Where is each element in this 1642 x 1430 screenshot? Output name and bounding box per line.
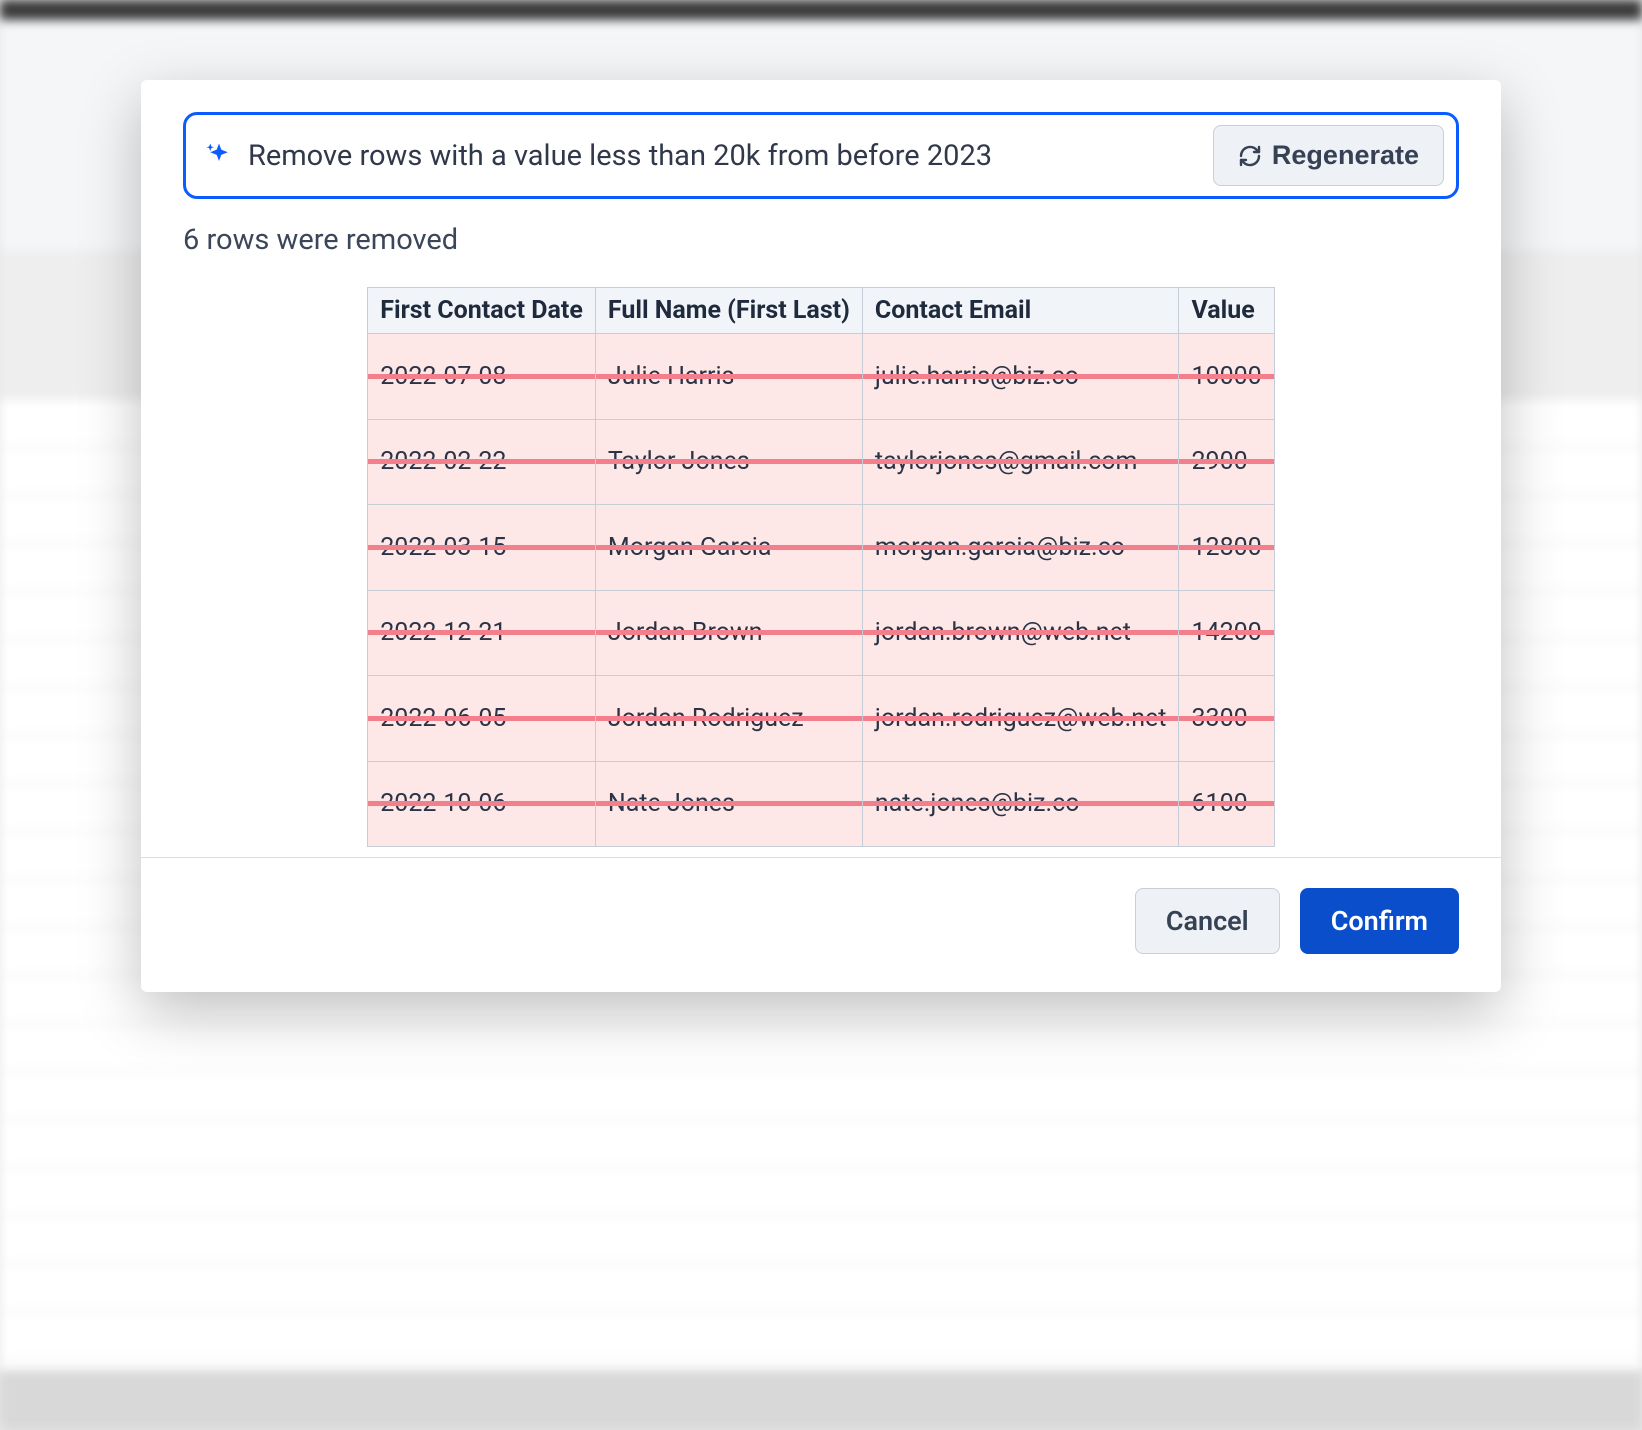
col-header-value: Value [1179,288,1274,334]
cell-value: 12800 [1179,505,1274,591]
cell-email: nate.jones@biz.co [862,761,1179,847]
ai-prompt-input[interactable] [248,139,1199,173]
dialog: Regenerate 6 rows were removed First Con… [141,80,1501,992]
regenerate-label: Regenerate [1272,140,1419,171]
cell-name: Julie Harris [595,334,862,420]
cell-name: Jordan Rodriguez [595,676,862,762]
cell-email: morgan.garcia@biz.co [862,505,1179,591]
cell-email: julie.harris@biz.co [862,334,1179,420]
cell-value: 2900 [1179,419,1274,505]
cell-date: 2022-10-06 [368,761,596,847]
table-row: 2022-12-21Jordan Brownjordan.brown@web.n… [368,590,1274,676]
refresh-icon [1238,144,1262,168]
cell-name: Taylor Jones [595,419,862,505]
cell-value: 3300 [1179,676,1274,762]
cell-date: 2022-07-08 [368,334,596,420]
sparkle-icon [204,141,234,171]
cell-name: Jordan Brown [595,590,862,676]
table-row: 2022-07-08Julie Harrisjulie.harris@biz.c… [368,334,1274,420]
table-row: 2022-06-05Jordan Rodriguezjordan.rodrigu… [368,676,1274,762]
cell-name: Nate Jones [595,761,862,847]
cell-value: 6100 [1179,761,1274,847]
dialog-footer: Cancel Confirm [141,857,1501,992]
cell-email: jordan.brown@web.net [862,590,1179,676]
col-header-email: Contact Email [862,288,1179,334]
cell-value: 10000 [1179,334,1274,420]
removed-rows-table: First Contact Date Full Name (First Last… [367,287,1274,847]
col-header-date: First Contact Date [368,288,596,334]
table-row: 2022-02-22Taylor Jonestaylorjones@gmail.… [368,419,1274,505]
confirm-button[interactable]: Confirm [1300,888,1459,954]
ai-prompt-bar: Regenerate [183,112,1459,199]
modal-overlay: Regenerate 6 rows were removed First Con… [0,0,1642,1430]
cell-email: jordan.rodriguez@web.net [862,676,1179,762]
table-row: 2022-10-06Nate Jonesnate.jones@biz.co610… [368,761,1274,847]
cell-value: 14200 [1179,590,1274,676]
table-header-row: First Contact Date Full Name (First Last… [368,288,1274,334]
col-header-name: Full Name (First Last) [595,288,862,334]
regenerate-button[interactable]: Regenerate [1213,125,1444,186]
cell-name: Morgan Garcia [595,505,862,591]
cell-email: taylorjones@gmail.com [862,419,1179,505]
cell-date: 2022-06-05 [368,676,596,762]
table-row: 2022-03-15Morgan Garciamorgan.garcia@biz… [368,505,1274,591]
cell-date: 2022-02-22 [368,419,596,505]
status-text: 6 rows were removed [183,223,1459,257]
cell-date: 2022-12-21 [368,590,596,676]
cancel-button[interactable]: Cancel [1135,888,1280,954]
cell-date: 2022-03-15 [368,505,596,591]
